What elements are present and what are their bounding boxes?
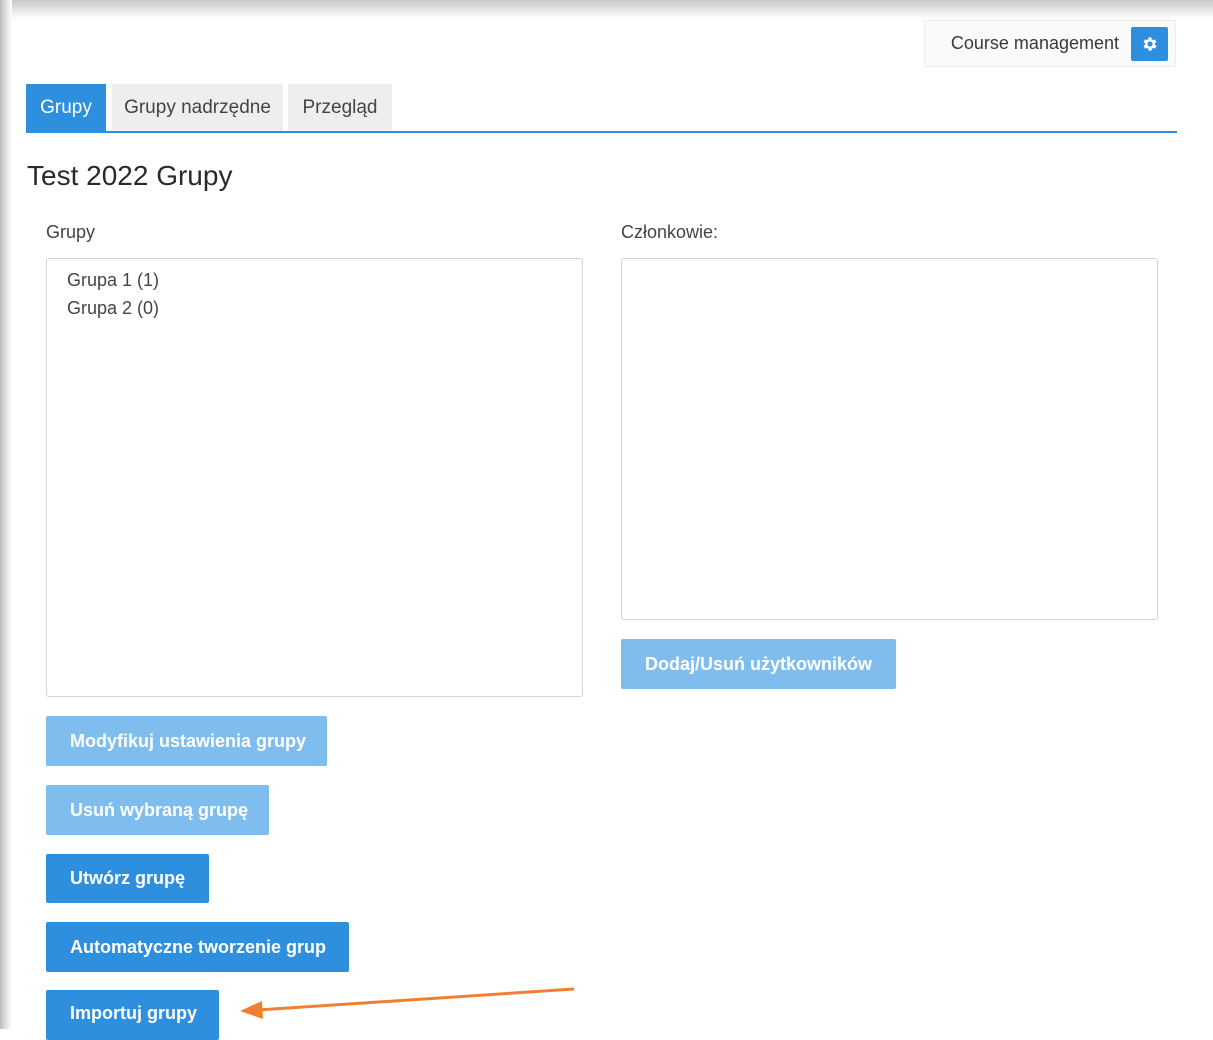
annotation-arrow (240, 987, 575, 1019)
annotation-arrow-shaft (257, 987, 575, 1012)
annotation-arrow-head (240, 1001, 263, 1019)
